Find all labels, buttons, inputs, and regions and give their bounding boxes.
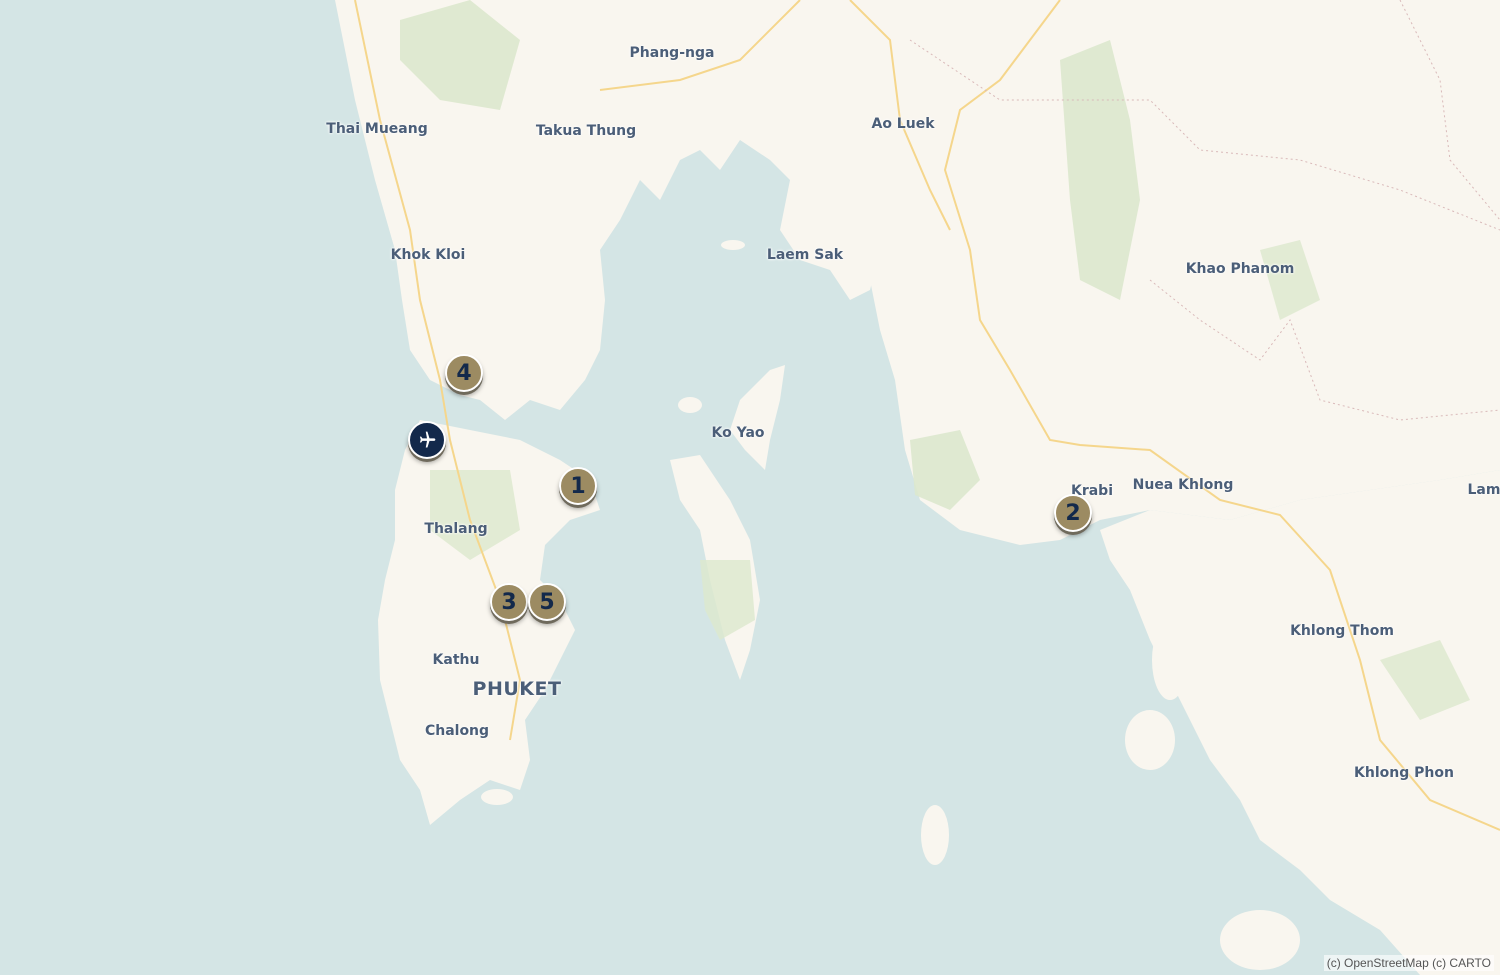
place-label: Ko Yao bbox=[711, 425, 765, 441]
place-label: Chalong bbox=[424, 723, 490, 739]
island bbox=[721, 240, 745, 250]
island bbox=[678, 397, 702, 413]
map-marker-4[interactable]: 4 bbox=[445, 354, 483, 392]
map-attribution: (c) OpenStreetMap (c) CARTO bbox=[1323, 955, 1494, 971]
island bbox=[921, 805, 949, 865]
marker-label: 4 bbox=[456, 360, 472, 386]
place-label: Kathu bbox=[432, 652, 480, 668]
map-marker-5[interactable]: 5 bbox=[528, 583, 566, 621]
airplane-icon bbox=[419, 431, 436, 448]
marker-label: 5 bbox=[539, 589, 555, 615]
place-label: Thalang bbox=[424, 521, 488, 537]
airport-marker[interactable] bbox=[408, 421, 446, 459]
place-label: Khlong Phon bbox=[1354, 765, 1454, 781]
map-marker-1[interactable]: 1 bbox=[559, 467, 597, 505]
island bbox=[481, 789, 513, 805]
place-label-city: PHUKET bbox=[472, 678, 562, 700]
place-label: Khao Phanom bbox=[1185, 261, 1295, 277]
island bbox=[1125, 710, 1175, 770]
map-canvas[interactable] bbox=[0, 0, 1500, 975]
place-label: Khok Kloi bbox=[390, 247, 466, 263]
map-marker-3[interactable]: 3 bbox=[490, 583, 528, 621]
marker-label: 2 bbox=[1065, 500, 1081, 526]
map-marker-2[interactable]: 2 bbox=[1054, 494, 1092, 532]
place-label: Laem Sak bbox=[766, 247, 844, 263]
place-label: Thai Mueang bbox=[326, 121, 428, 137]
place-label: Phang-nga bbox=[629, 45, 715, 61]
island bbox=[1152, 620, 1188, 700]
place-label: Takua Thung bbox=[535, 123, 637, 139]
place-label: Ao Luek bbox=[871, 116, 935, 132]
marker-label: 3 bbox=[501, 589, 517, 615]
marker-label: 1 bbox=[570, 473, 586, 499]
place-label: Khlong Thom bbox=[1290, 623, 1394, 639]
island bbox=[1220, 910, 1300, 970]
place-label: Nuea Khlong bbox=[1132, 477, 1234, 493]
place-label: Lam bbox=[1467, 482, 1500, 498]
